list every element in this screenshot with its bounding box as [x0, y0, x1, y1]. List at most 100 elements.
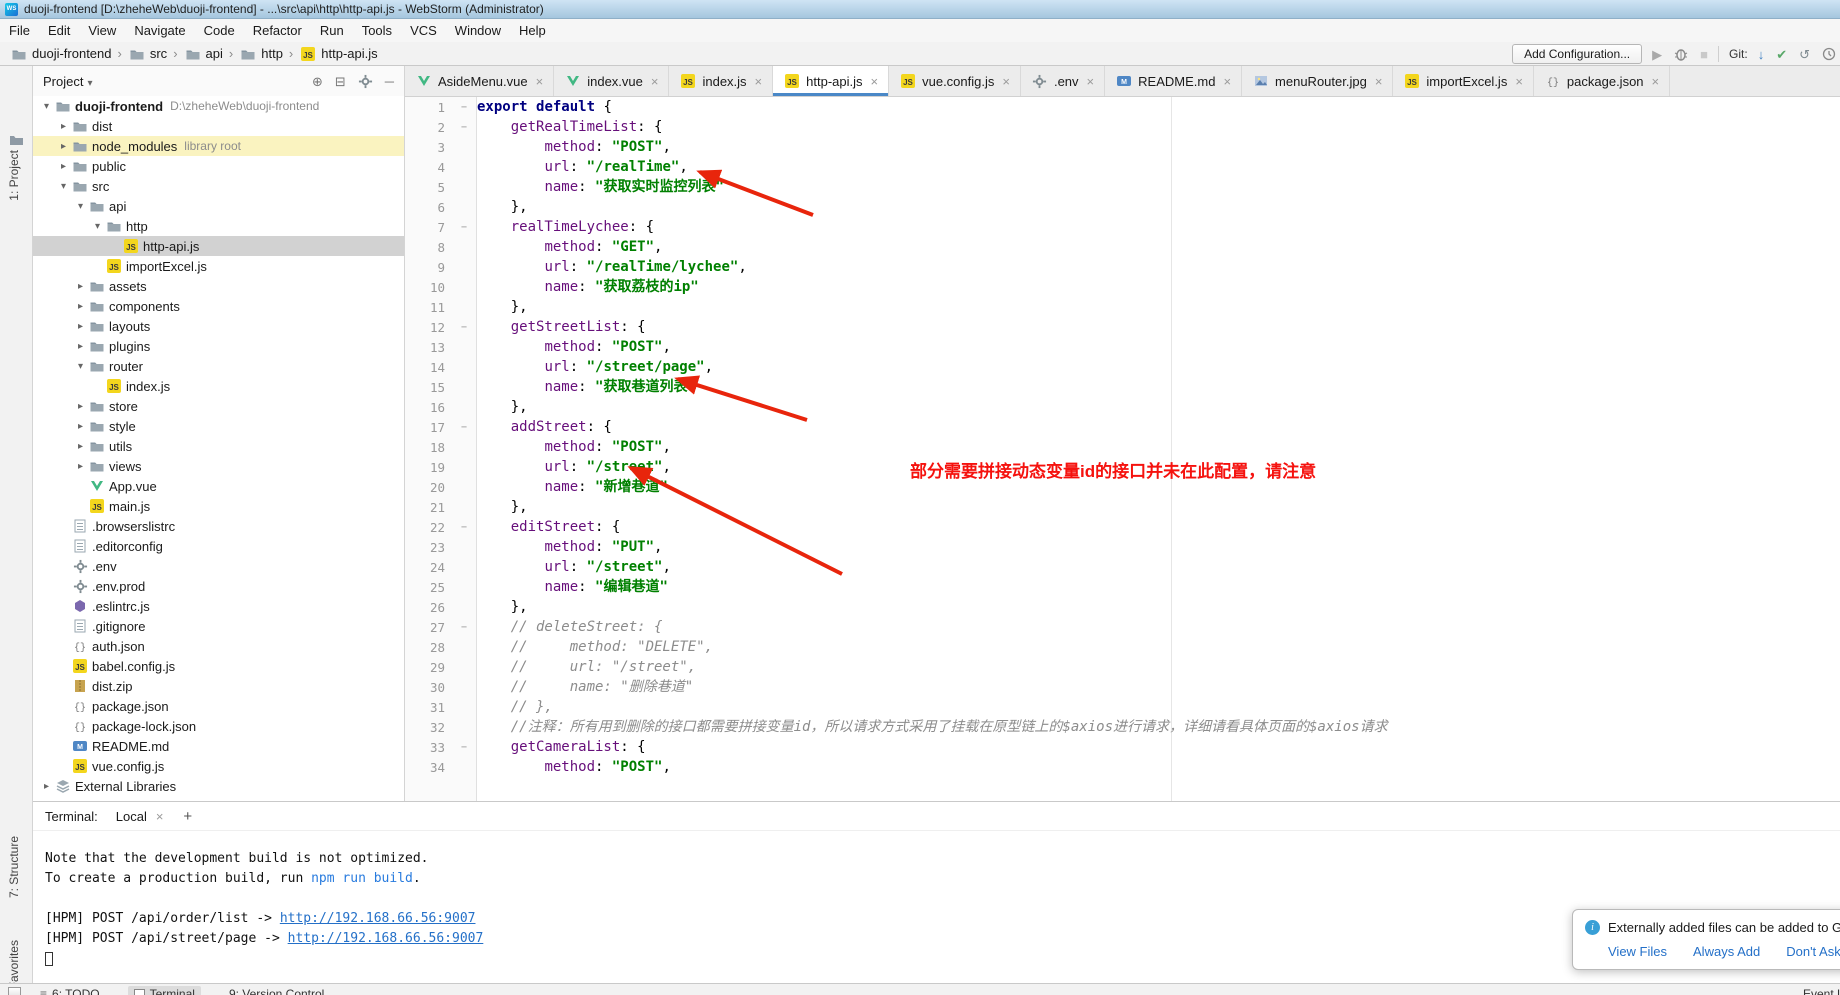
- tree-item-assets[interactable]: assets: [33, 276, 404, 296]
- breadcrumb-item[interactable]: duoji-frontend: [8, 46, 114, 62]
- tree-item-layouts[interactable]: layouts: [33, 316, 404, 336]
- statusbar-todo[interactable]: 6: TODO: [40, 987, 100, 995]
- code-text[interactable]: },: [477, 497, 528, 517]
- code-text[interactable]: method: "POST",: [477, 757, 671, 777]
- fold-marker-icon[interactable]: [451, 122, 477, 133]
- tree-item-http[interactable]: http: [33, 216, 404, 236]
- close-icon[interactable]: [1515, 74, 1523, 89]
- code-text[interactable]: export default {: [477, 97, 612, 117]
- tree-item-api[interactable]: api: [33, 196, 404, 216]
- collapse-all-icon[interactable]: ⊟: [335, 75, 346, 88]
- tree-item-vue.config.js[interactable]: JSvue.config.js: [33, 756, 404, 776]
- code-text[interactable]: editStreet: {: [477, 517, 620, 537]
- tab-AsideMenu.vue[interactable]: AsideMenu.vue: [405, 66, 554, 96]
- tab-menuRouter.jpg[interactable]: menuRouter.jpg: [1242, 66, 1393, 96]
- tree-item-.editorconfig[interactable]: .editorconfig: [33, 536, 404, 556]
- tab-vue.config.js[interactable]: JSvue.config.js: [889, 66, 1021, 96]
- menu-item-tools[interactable]: Tools: [353, 19, 401, 42]
- code-text[interactable]: // name: "删除巷道": [477, 677, 693, 697]
- tree-item-public[interactable]: public: [33, 156, 404, 176]
- fold-marker-icon[interactable]: [451, 522, 477, 533]
- code-text[interactable]: // deleteStreet: {: [477, 617, 662, 637]
- tree-item-main.js[interactable]: JSmain.js: [33, 496, 404, 516]
- code-text[interactable]: url: "/street",: [477, 557, 671, 577]
- debug-icon[interactable]: [1674, 47, 1688, 61]
- tree-item-.eslintrc.js[interactable]: .eslintrc.js: [33, 596, 404, 616]
- menu-item-refactor[interactable]: Refactor: [244, 19, 311, 42]
- notification-action-view-files[interactable]: View Files: [1608, 944, 1667, 959]
- close-icon[interactable]: [1087, 74, 1095, 89]
- fold-marker-icon[interactable]: [451, 322, 477, 333]
- rollback-icon[interactable]: ↺: [1799, 48, 1810, 61]
- code-text[interactable]: url: "/realTime/lychee",: [477, 257, 747, 277]
- code-text[interactable]: },: [477, 397, 528, 417]
- tree-item-.gitignore[interactable]: .gitignore: [33, 616, 404, 636]
- tab-http-api.js[interactable]: JShttp-api.js: [773, 66, 889, 96]
- code-text[interactable]: name: "新增巷道": [477, 477, 668, 497]
- tree-item-style[interactable]: style: [33, 416, 404, 436]
- toolwindow-button-structure[interactable]: 7: Structure: [7, 836, 21, 898]
- tree-item-views[interactable]: views: [33, 456, 404, 476]
- tree-item-package.json[interactable]: {}package.json: [33, 696, 404, 716]
- code-text[interactable]: url: "/realTime",: [477, 157, 688, 177]
- fold-marker-icon[interactable]: [451, 222, 477, 233]
- code-text[interactable]: //注释：所有用到删除的接口都需要拼接变量id，所以请求方式采用了挂载在原型链上…: [477, 717, 1388, 737]
- tree-item-dist.zip[interactable]: dist.zip: [33, 676, 404, 696]
- menu-item-navigate[interactable]: Navigate: [125, 19, 194, 42]
- history-icon[interactable]: [1822, 47, 1836, 61]
- code-text[interactable]: method: "POST",: [477, 437, 671, 457]
- tree-item-src[interactable]: src: [33, 176, 404, 196]
- tree-item-http-api.js[interactable]: JShttp-api.js: [33, 236, 404, 256]
- code-text[interactable]: realTimeLychee: {: [477, 217, 654, 237]
- menu-item-edit[interactable]: Edit: [39, 19, 79, 42]
- tree-item-auth.json[interactable]: {}auth.json: [33, 636, 404, 656]
- tree-item-utils[interactable]: utils: [33, 436, 404, 456]
- tree-item-External Libraries[interactable]: External Libraries: [33, 776, 404, 796]
- notification-action-don-t-ask-again[interactable]: Don't Ask Again: [1786, 944, 1840, 959]
- code-text[interactable]: name: "编辑巷道": [477, 577, 668, 597]
- terminal-link[interactable]: http://192.168.66.56:9007: [288, 931, 484, 946]
- tree-item-store[interactable]: store: [33, 396, 404, 416]
- tree-item-router[interactable]: router: [33, 356, 404, 376]
- tree-item-package-lock.json[interactable]: {}package-lock.json: [33, 716, 404, 736]
- code-text[interactable]: getCameraList: {: [477, 737, 646, 757]
- chevron-collapsed-icon[interactable]: [73, 421, 88, 432]
- tree-item-babel.config.js[interactable]: JSbabel.config.js: [33, 656, 404, 676]
- code-text[interactable]: },: [477, 197, 528, 217]
- hide-icon[interactable]: ─: [385, 75, 394, 88]
- menu-item-vcs[interactable]: VCS: [401, 19, 446, 42]
- code-text[interactable]: name: "获取巷道列表": [477, 377, 696, 397]
- tree-item-dist[interactable]: dist: [33, 116, 404, 136]
- editor[interactable]: 1export default {2 getRealTimeList: {3 m…: [405, 97, 1840, 801]
- tab-.env[interactable]: .env: [1021, 66, 1105, 96]
- run-icon[interactable]: ▶: [1652, 48, 1662, 61]
- chevron-collapsed-icon[interactable]: [56, 141, 71, 152]
- code-text[interactable]: getRealTimeList: {: [477, 117, 662, 137]
- tree-item-components[interactable]: components: [33, 296, 404, 316]
- code-text[interactable]: // method: "DELETE",: [477, 637, 713, 657]
- close-icon[interactable]: [871, 74, 879, 89]
- code-text[interactable]: method: "POST",: [477, 337, 671, 357]
- project-panel-title[interactable]: Project: [43, 74, 93, 89]
- close-icon[interactable]: [156, 809, 164, 824]
- close-icon[interactable]: [755, 74, 763, 89]
- terminal-link[interactable]: http://192.168.66.56:9007: [280, 911, 476, 926]
- close-icon[interactable]: [651, 74, 659, 89]
- tab-index.vue[interactable]: index.vue: [554, 66, 669, 96]
- statusbar-version-control[interactable]: 9: Version Control: [229, 987, 324, 995]
- update-project-icon[interactable]: ↓: [1758, 48, 1765, 61]
- fold-marker-icon[interactable]: [451, 742, 477, 753]
- chevron-collapsed-icon[interactable]: [73, 341, 88, 352]
- code-text[interactable]: method: "GET",: [477, 237, 662, 257]
- tree-item-.browserslistrc[interactable]: .browserslistrc: [33, 516, 404, 536]
- breadcrumb-item[interactable]: api: [182, 46, 225, 62]
- stop-icon[interactable]: ■: [1700, 48, 1708, 61]
- code-text[interactable]: url: "/street/page",: [477, 357, 713, 377]
- chevron-expanded-icon[interactable]: [73, 201, 88, 212]
- tree-item-.env[interactable]: .env: [33, 556, 404, 576]
- chevron-collapsed-icon[interactable]: [73, 301, 88, 312]
- code-text[interactable]: name: "获取荔枝的ip": [477, 277, 699, 297]
- chevron-collapsed-icon[interactable]: [56, 161, 71, 172]
- tree-item-App.vue[interactable]: App.vue: [33, 476, 404, 496]
- menu-item-window[interactable]: Window: [446, 19, 510, 42]
